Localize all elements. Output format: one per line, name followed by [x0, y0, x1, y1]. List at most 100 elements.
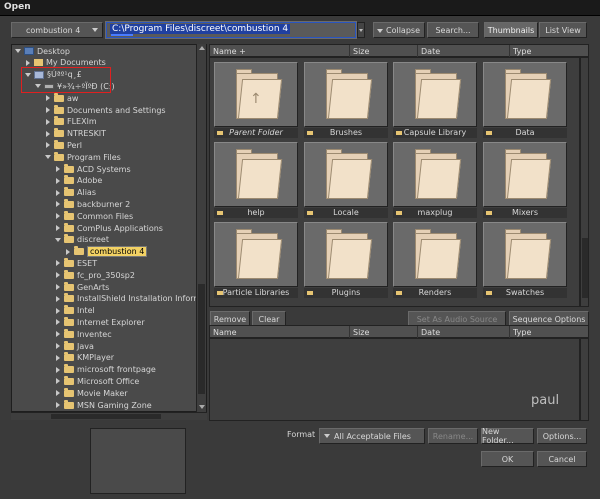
collapse-button[interactable]: Collapse [373, 22, 425, 38]
collapsed-arrow-icon[interactable] [54, 342, 62, 350]
collapsed-arrow-icon[interactable] [54, 165, 62, 173]
tree-item[interactable]: ACD Systems [54, 163, 131, 175]
scroll-down-icon[interactable] [197, 403, 206, 412]
collapsed-arrow-icon[interactable] [54, 224, 62, 232]
collapsed-arrow-icon[interactable] [64, 248, 72, 256]
ok-button[interactable]: OK [481, 451, 534, 467]
tree-item[interactable]: Documents and Settings [44, 104, 166, 116]
column-type[interactable]: Type [510, 45, 588, 57]
collapsed-arrow-icon[interactable] [54, 330, 62, 338]
tree-item[interactable]: Movie Maker [54, 387, 128, 399]
thumbnail-grid[interactable]: ↑ Parent Folder Brushes Capsule Library Data… [209, 57, 580, 307]
expanded-arrow-icon[interactable] [54, 236, 62, 244]
collapsed-arrow-icon[interactable] [44, 94, 52, 102]
collapsed-arrow-icon[interactable] [54, 189, 62, 197]
folder-thumbnail[interactable]: Locale [304, 142, 388, 218]
collapsed-arrow-icon[interactable] [54, 283, 62, 291]
tree-item[interactable]: NTRESKIT [44, 128, 106, 140]
scroll-up-icon[interactable] [197, 44, 206, 53]
collapsed-arrow-icon[interactable] [54, 271, 62, 279]
tree-item[interactable]: backburner 2 [54, 198, 130, 210]
collapsed-arrow-icon[interactable] [54, 212, 62, 220]
collapsed-arrow-icon[interactable] [44, 130, 52, 138]
tree-item[interactable]: Internet Explorer [54, 316, 145, 328]
collapsed-arrow-icon[interactable] [54, 295, 62, 303]
collapsed-arrow-icon[interactable] [54, 377, 62, 385]
tree-item[interactable]: Common Files [54, 210, 133, 222]
tree-item[interactable]: Desktop [14, 45, 70, 57]
location-select[interactable]: combustion 4 [11, 22, 103, 38]
tree-item[interactable]: ESET [54, 257, 97, 269]
options-button[interactable]: Options... [537, 428, 587, 444]
folder-thumbnail[interactable]: Data [483, 62, 567, 138]
folder-thumbnail[interactable]: Swatches [483, 222, 567, 298]
rename-button[interactable]: Rename... [428, 428, 478, 444]
tree-item[interactable]: Alias [54, 187, 96, 199]
folder-tree[interactable]: Desktop My Documents §Úªº¹q¸£ ¥»¾÷ºÏºÐ (C:)… [11, 44, 207, 412]
parent-folder-item[interactable]: ↑ Parent Folder [214, 62, 298, 138]
audio-column-size[interactable]: Size [350, 326, 418, 338]
collapsed-arrow-icon[interactable] [44, 106, 52, 114]
folder-thumbnail[interactable]: Renders [393, 222, 477, 298]
collapsed-arrow-icon[interactable] [54, 389, 62, 397]
column-date[interactable]: Date [418, 45, 510, 57]
collapsed-arrow-icon[interactable] [44, 141, 52, 149]
tree-item[interactable]: Perl [44, 139, 82, 151]
collapsed-arrow-icon[interactable] [54, 318, 62, 326]
tree-item[interactable]: Inventec [54, 328, 112, 340]
tree-item[interactable]: ComPlus Applications [54, 222, 163, 234]
expanded-arrow-icon[interactable] [44, 153, 52, 161]
folder-thumbnail[interactable]: Plugins [304, 222, 388, 298]
tree-item[interactable]: microsoft frontpage [54, 364, 156, 376]
tree-item[interactable]: discreet [54, 234, 109, 246]
collapsed-arrow-icon[interactable] [54, 177, 62, 185]
path-input[interactable]: C:\Program Files\discreet\combustion 4 [105, 21, 357, 39]
tree-horizontal-scrollbar[interactable] [11, 412, 207, 420]
cancel-button[interactable]: Cancel [537, 451, 587, 467]
column-name[interactable]: Name + [210, 45, 350, 57]
thumbnails-button[interactable]: Thumbnails [484, 22, 538, 38]
audio-list[interactable] [209, 338, 580, 421]
collapsed-arrow-icon[interactable] [54, 366, 62, 374]
collapsed-arrow-icon[interactable] [54, 307, 62, 315]
tree-item[interactable]: Adobe [54, 175, 102, 187]
list-view-button[interactable]: List View [539, 22, 587, 38]
tree-item[interactable]: combustion 4 [64, 246, 148, 258]
tree-item[interactable]: MSN Gaming Zone [54, 399, 152, 411]
tree-item[interactable]: GenArts [54, 281, 109, 293]
tree-item[interactable]: FLEXlm [44, 116, 97, 128]
audio-column-type[interactable]: Type [510, 326, 588, 338]
tree-item[interactable]: fc_pro_350sp2 [54, 269, 135, 281]
path-history-dropdown[interactable] [357, 22, 365, 38]
folder-thumbnail[interactable]: help [214, 142, 298, 218]
folder-thumbnail[interactable]: Brushes [304, 62, 388, 138]
grid-vertical-scrollbar[interactable] [580, 57, 589, 307]
tree-item[interactable]: KMPlayer [54, 352, 114, 364]
audio-column-name[interactable]: Name [210, 326, 350, 338]
folder-thumbnail[interactable]: Capsule Library [393, 62, 477, 138]
collapsed-arrow-icon[interactable] [54, 354, 62, 362]
collapsed-arrow-icon[interactable] [54, 259, 62, 267]
scroll-thumb[interactable] [198, 284, 205, 394]
audio-column-date[interactable]: Date [418, 326, 510, 338]
collapsed-arrow-icon[interactable] [24, 59, 32, 67]
column-size[interactable]: Size [350, 45, 418, 57]
folder-thumbnail[interactable]: maxplug [393, 142, 477, 218]
tree-item[interactable]: Microsoft Office [54, 375, 139, 387]
folder-thumbnail[interactable]: Mixers [483, 142, 567, 218]
tree-item[interactable]: InstallShield Installation Informa [54, 293, 206, 305]
new-folder-button[interactable]: New Folder... [481, 427, 534, 445]
collapsed-arrow-icon[interactable] [54, 401, 62, 409]
collapsed-arrow-icon[interactable] [44, 118, 52, 126]
search-button[interactable]: Search... [427, 22, 479, 38]
tree-item[interactable]: aw [44, 92, 78, 104]
tree-item[interactable]: Intel [54, 305, 95, 317]
format-select[interactable]: All Acceptable Files [319, 428, 425, 444]
expanded-arrow-icon[interactable] [14, 47, 22, 55]
tree-item[interactable]: Java [54, 340, 94, 352]
tree-vertical-scrollbar[interactable] [196, 44, 206, 412]
collapsed-arrow-icon[interactable] [54, 200, 62, 208]
scroll-thumb[interactable] [51, 414, 161, 419]
tree-item[interactable]: Program Files [44, 151, 121, 163]
folder-thumbnail[interactable]: Particle Libraries [214, 222, 298, 298]
